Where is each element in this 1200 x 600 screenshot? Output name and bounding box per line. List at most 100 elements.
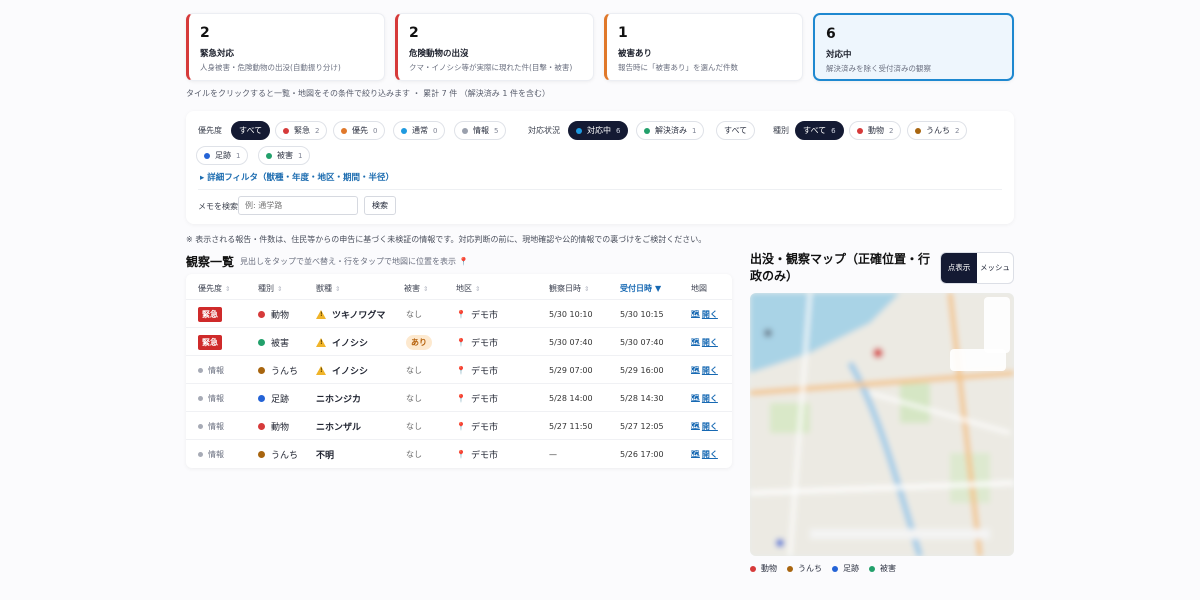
priority-chip[interactable]: 情報 5: [454, 121, 507, 140]
tile-urgent[interactable]: 2 緊急対応 人身被害・危険動物の出没(自動振り分け): [186, 13, 385, 81]
table-row[interactable]: 情報 うんち イノシシ なし 📍 デモ市 5/29 07:00 5/29 16:00 🗺開く: [186, 355, 732, 383]
map-cell: 🗺 開く: [691, 412, 718, 440]
chip-color-dot: [341, 127, 347, 134]
damage-value: あり: [406, 334, 432, 350]
priority-chip[interactable]: 緊急 2: [275, 121, 328, 140]
kind-cell: 動物: [258, 300, 289, 328]
column-header[interactable]: 観察日時 ⇕: [549, 283, 589, 294]
priority-dot: [198, 395, 203, 401]
open-map-link[interactable]: 🗺 開く: [691, 309, 718, 320]
received-time: 5/30 07:40: [620, 337, 664, 347]
kind-cell: うんち: [258, 356, 298, 384]
kind-label: うんち: [271, 450, 299, 461]
detail-filter-toggle[interactable]: ▸ 詳細フィルタ（獣種・年度・地区・期間・半径）: [200, 171, 394, 183]
column-header[interactable]: 被害 ⇕: [404, 283, 428, 294]
chip-count: 0: [373, 126, 378, 135]
priority-cell: 情報: [198, 384, 224, 412]
sort-icon: ⇕: [335, 285, 341, 293]
column-header[interactable]: 獣種 ⇕: [316, 283, 340, 294]
chip-label: 動物: [868, 126, 884, 135]
kind-chip[interactable]: うんち 2: [907, 121, 968, 140]
column-header[interactable]: 優先度 ⇕: [198, 283, 230, 294]
area-cell: 📍 デモ市: [456, 412, 498, 440]
column-header-label: 地図: [691, 284, 707, 293]
table-row[interactable]: 情報 うんち 不明 なし 📍 デモ市 — 5/26 17:00 🗺 開く: [186, 439, 732, 467]
tile-damage[interactable]: 1 被害あり 報告時に「被害あり」を選んだ件数: [604, 13, 803, 81]
map-legend: 動物 うんち 足跡 被害: [750, 563, 906, 574]
chip-color-dot: [915, 127, 921, 134]
chip-count: 6: [831, 126, 836, 135]
chip-color-dot: [857, 127, 863, 134]
open-map-link[interactable]: 🗺 開く: [691, 393, 718, 404]
sort-icon: ⇕: [225, 285, 231, 293]
legend-item: うんち: [787, 563, 822, 574]
kind-label: 足跡: [271, 394, 290, 405]
table-row[interactable]: 緊急 動物 ツキノワグマ なし 📍 デモ市 5/30 10:10 5/30 10:15 🗺開く: [186, 299, 732, 327]
observed-time: 5/30 10:10: [549, 309, 593, 319]
observation-map[interactable]: [750, 293, 1014, 556]
kind-chip[interactable]: 足跡 1: [196, 146, 249, 165]
memo-search-input[interactable]: [238, 196, 358, 215]
damage-value: なし: [406, 393, 422, 403]
chip-color-dot: [283, 127, 289, 134]
status-chip[interactable]: 解決済み 1: [636, 121, 705, 140]
chip-color-dot: [204, 152, 210, 159]
priority-chip[interactable]: 通常 0: [393, 121, 446, 140]
column-header[interactable]: 受付日時 ▼: [620, 283, 661, 294]
table-row[interactable]: 緊急 被害 イノシシ あり 📍 デモ市 5/30 07:40 5/30 07:40 🗺開く: [186, 327, 732, 355]
legend-dot: [787, 565, 793, 572]
sort-icon: ⇕: [475, 285, 481, 293]
map-icon: 🗺: [691, 450, 700, 458]
map-cell: 🗺 開く: [691, 440, 718, 468]
species-name: ニホンジカ: [316, 394, 362, 405]
warning-icon: [316, 365, 326, 375]
column-header[interactable]: 地区 ⇕: [456, 283, 480, 294]
table-row[interactable]: 情報 足跡 ニホンジカ なし 📍 デモ市 5/28 14:00 5/28 14:30 🗺 開く: [186, 383, 732, 411]
status-chip[interactable]: すべて: [716, 121, 756, 140]
species-name: ニホンザル: [316, 422, 362, 433]
priority-chip[interactable]: すべて: [231, 121, 271, 140]
summary-tiles: 2 緊急対応 人身被害・危険動物の出没(自動振り分け) 2 危険動物の出沒 クマ…: [186, 13, 1016, 82]
observation-table: 優先度⇕種別⇕獣種⇕被害⇕地区⇕観察日時⇕受付日時▼地図 緊急動物ツキノワグマな…: [186, 274, 732, 468]
column-header[interactable]: 種別 ⇕: [258, 283, 282, 294]
column-header-label: 獣種: [316, 284, 332, 293]
kind-chip[interactable]: すべて 6: [795, 121, 844, 140]
search-button[interactable]: 検索: [364, 196, 396, 215]
chip-color-dot: [401, 127, 407, 134]
chip-label: 被害: [277, 151, 293, 160]
damage-value: なし: [406, 449, 422, 459]
kind-cell: 足跡: [258, 384, 289, 412]
open-map-link[interactable]: 🗺 開く: [691, 365, 718, 376]
open-map-link[interactable]: 🗺 開く: [691, 337, 718, 348]
kind-filter-label: 種別: [773, 126, 789, 135]
tile-description: クマ・イノシシ等が実際に現れた件(目撃・被害): [409, 63, 573, 72]
kind-chip[interactable]: 動物 2: [849, 121, 902, 140]
received-time: 5/29 16:00: [620, 365, 664, 375]
mesh-view-button[interactable]: メッシュ: [977, 253, 1013, 283]
table-row[interactable]: 情報 動物 ニホンザル なし 📍 デモ市 5/27 11:50 5/27 12:05 🗺 開く: [186, 411, 732, 439]
priority-badge: 緊急: [198, 306, 222, 322]
legend-item: 動物: [750, 563, 777, 574]
tile-in-progress[interactable]: 6 対応中 解決済みを除く受付済みの観察: [813, 13, 1014, 81]
kind-chip[interactable]: 被害 1: [258, 146, 311, 165]
open-map-link[interactable]: 🗺 開く: [691, 449, 718, 460]
tile-dangerous-animals[interactable]: 2 危険動物の出沒 クマ・イノシシ等が実際に現れた件(目撃・被害): [395, 13, 594, 81]
area-name: デモ市: [470, 366, 498, 377]
map-icon: 🗺: [691, 338, 700, 346]
status-chip[interactable]: 対応中 6: [568, 121, 629, 140]
map-title: 出没・観察マップ（正確位置・行政のみ）: [750, 252, 931, 283]
pin-icon: 📍: [456, 309, 466, 319]
chip-count: 1: [692, 126, 697, 135]
pin-icon: 📍: [456, 449, 466, 459]
map-cell: 🗺 開く: [691, 384, 718, 412]
priority-cell: 緊急: [198, 300, 222, 328]
damage-value: なし: [406, 365, 422, 375]
priority-badge: 情報: [198, 365, 224, 376]
species-name: 不明: [316, 450, 335, 461]
open-map-link[interactable]: 🗺 開く: [691, 421, 718, 432]
open-map-label: 開く: [701, 449, 718, 459]
priority-chip[interactable]: 優先 0: [333, 121, 386, 140]
point-view-button[interactable]: 点表示: [941, 253, 977, 283]
area-name: デモ市: [470, 338, 498, 349]
legend-item: 足跡: [832, 563, 859, 574]
